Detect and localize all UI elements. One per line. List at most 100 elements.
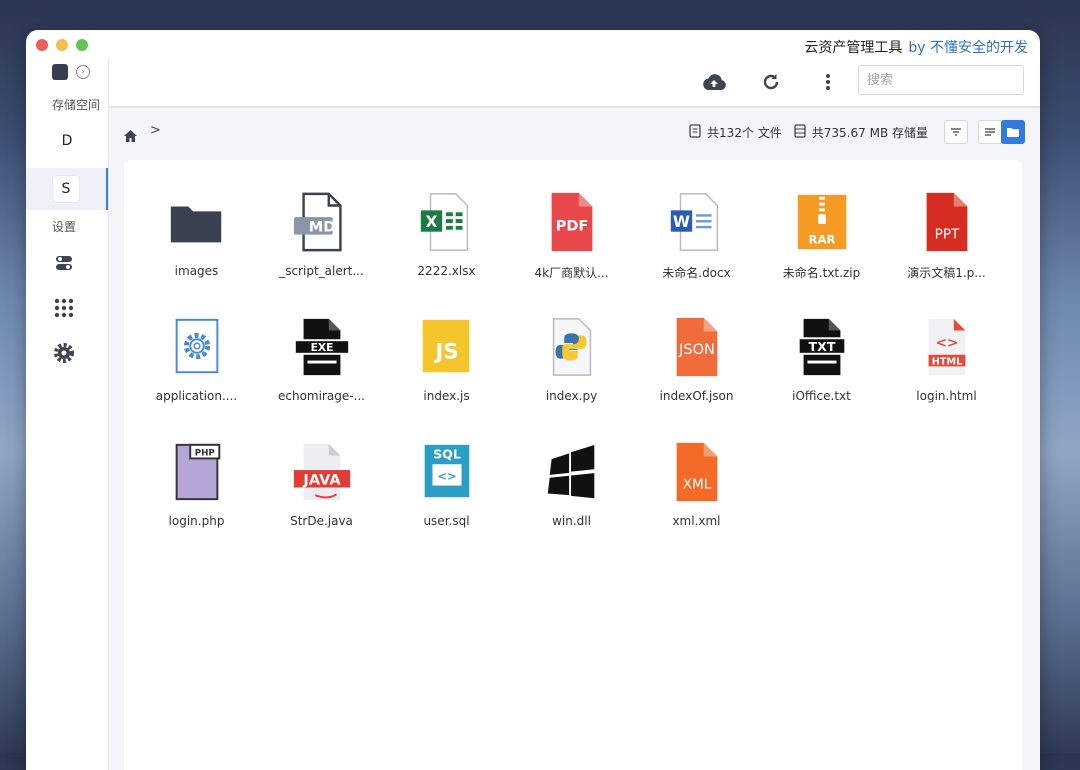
java-file-icon: JAVA	[290, 440, 354, 504]
app-window: 云资产管理工具 by 不懂安全的开发 › 存储空间 D S 设置 搜索 > 共1…	[26, 30, 1040, 770]
file-item[interactable]: <> HTML login.html	[884, 309, 1009, 434]
file-name: 演示文稿1.p...	[907, 266, 986, 280]
list-view-button[interactable]	[978, 120, 1002, 144]
xlsx-file-icon: X	[415, 190, 479, 254]
sidebar-item-s[interactable]: S	[26, 168, 108, 210]
file-item[interactable]: index.py	[509, 309, 634, 434]
storage-section-label: 存储空间	[52, 98, 101, 112]
file-item[interactable]: MD _script_alert...	[259, 184, 384, 309]
php-file-icon: PHP	[165, 440, 229, 504]
svg-text:HTML: HTML	[931, 356, 962, 367]
svg-text:EXE: EXE	[310, 341, 333, 354]
ppt-file-icon: PPT	[915, 190, 979, 254]
svg-text:MD: MD	[308, 220, 335, 236]
close-button[interactable]	[36, 39, 48, 51]
toggle-icon[interactable]	[53, 252, 75, 274]
exe-file-icon: EXE	[290, 315, 354, 379]
file-name: _script_alert...	[279, 264, 364, 278]
minimize-button[interactable]	[56, 39, 68, 51]
sidebar-item-label: S	[61, 181, 71, 197]
svg-text:X: X	[425, 213, 437, 231]
maximize-button[interactable]	[76, 39, 88, 51]
svg-text:SQL: SQL	[433, 446, 461, 461]
refresh-icon[interactable]	[757, 68, 785, 96]
apps-grid-icon[interactable]	[53, 297, 75, 319]
config-file-icon	[165, 315, 229, 379]
breadcrumb-separator: >	[150, 123, 161, 138]
folder-file-icon	[165, 190, 229, 254]
file-item[interactable]: PDF 4k厂商默认...	[509, 184, 634, 309]
svg-text:<>: <>	[935, 335, 958, 351]
json-file-icon: JSON	[665, 315, 729, 379]
sidebar-item-box: S	[53, 176, 79, 202]
file-grid: images MD _script_alert... X 2222.xlsx PDF 4k厂…	[134, 184, 1009, 559]
file-item[interactable]: XML xml.xml	[634, 434, 759, 559]
py-file-icon	[540, 315, 604, 379]
more-vertical-icon[interactable]	[814, 68, 842, 96]
file-name: 4k厂商默认...	[534, 266, 609, 280]
filter-button[interactable]	[944, 120, 968, 144]
file-item[interactable]: application....	[134, 309, 259, 434]
window-controls	[36, 39, 88, 51]
collapse-toggle-icon[interactable]: ›	[76, 65, 90, 79]
rar-file-icon: RAR	[790, 190, 854, 254]
svg-text:XML: XML	[682, 476, 711, 492]
svg-text:TXT: TXT	[808, 339, 835, 354]
svg-text:PDF: PDF	[555, 219, 588, 235]
sidebar-item-d[interactable]: D	[26, 120, 108, 162]
grid-view-button[interactable]	[1001, 120, 1025, 144]
sidebar: › 存储空间 D S 设置	[26, 58, 109, 770]
file-item[interactable]: win.dll	[509, 434, 634, 559]
pdf-file-icon: PDF	[540, 190, 604, 254]
cloud-upload-icon[interactable]	[700, 68, 728, 96]
toolbar	[109, 58, 1040, 108]
storage-stats: 共132个 文件 共735.67 MB 存储量	[689, 124, 928, 141]
path-bar: > 共132个 文件 共735.67 MB 存储量	[109, 108, 1040, 160]
xml-file-icon: XML	[665, 440, 729, 504]
dll-file-icon	[540, 440, 604, 504]
svg-text:PHP: PHP	[194, 449, 215, 459]
file-name: index.js	[423, 389, 470, 403]
file-name: index.py	[545, 389, 598, 403]
folder-icon	[1007, 128, 1019, 137]
list-icon	[985, 128, 995, 136]
txt-file-icon: TXT	[790, 315, 854, 379]
file-item[interactable]: SQL <> user.sql	[384, 434, 509, 559]
svg-text:RAR: RAR	[808, 232, 835, 246]
sidebar-top: ›	[52, 64, 90, 80]
file-name: StrDe.java	[290, 514, 353, 528]
file-item[interactable]: EXE echomirage-...	[259, 309, 384, 434]
file-name: xml.xml	[672, 514, 721, 528]
filter-icon	[951, 128, 961, 136]
html-file-icon: <> HTML	[915, 315, 979, 379]
file-name: 未命名.docx	[662, 266, 731, 280]
file-name: application....	[155, 389, 238, 403]
svg-text:<>: <>	[437, 469, 456, 483]
document-icon	[689, 124, 701, 141]
file-name: win.dll	[552, 514, 591, 528]
database-icon	[794, 124, 806, 141]
file-item[interactable]: JSON indexOf.json	[634, 309, 759, 434]
file-item[interactable]: TXT iOffice.txt	[759, 309, 884, 434]
svg-text:PPT: PPT	[934, 226, 959, 242]
sql-file-icon: SQL <>	[415, 440, 479, 504]
home-icon[interactable]	[124, 127, 137, 146]
file-name: user.sql	[423, 514, 470, 528]
file-item[interactable]: JAVA StrDe.java	[259, 434, 384, 559]
file-item[interactable]: X 2222.xlsx	[384, 184, 509, 309]
svg-text:W: W	[672, 213, 689, 231]
file-item[interactable]: W 未命名.docx	[634, 184, 759, 309]
file-item[interactable]: JS index.js	[384, 309, 509, 434]
file-item[interactable]: images	[134, 184, 259, 309]
sidebar-item-label: D	[61, 133, 73, 149]
window-title: 云资产管理工具 by 不懂安全的开发	[804, 37, 1028, 57]
svg-text:JAVA: JAVA	[302, 473, 341, 489]
settings-gear-icon[interactable]	[53, 342, 75, 364]
app-author: by 不懂安全的开发	[908, 40, 1028, 56]
file-item[interactable]: PPT 演示文稿1.p...	[884, 184, 1009, 309]
search-input[interactable]	[858, 65, 1024, 95]
file-item[interactable]: RAR 未命名.txt.zip	[759, 184, 884, 309]
js-file-icon: JS	[415, 315, 479, 379]
svg-text:JSON: JSON	[678, 342, 715, 358]
file-item[interactable]: PHP login.php	[134, 434, 259, 559]
